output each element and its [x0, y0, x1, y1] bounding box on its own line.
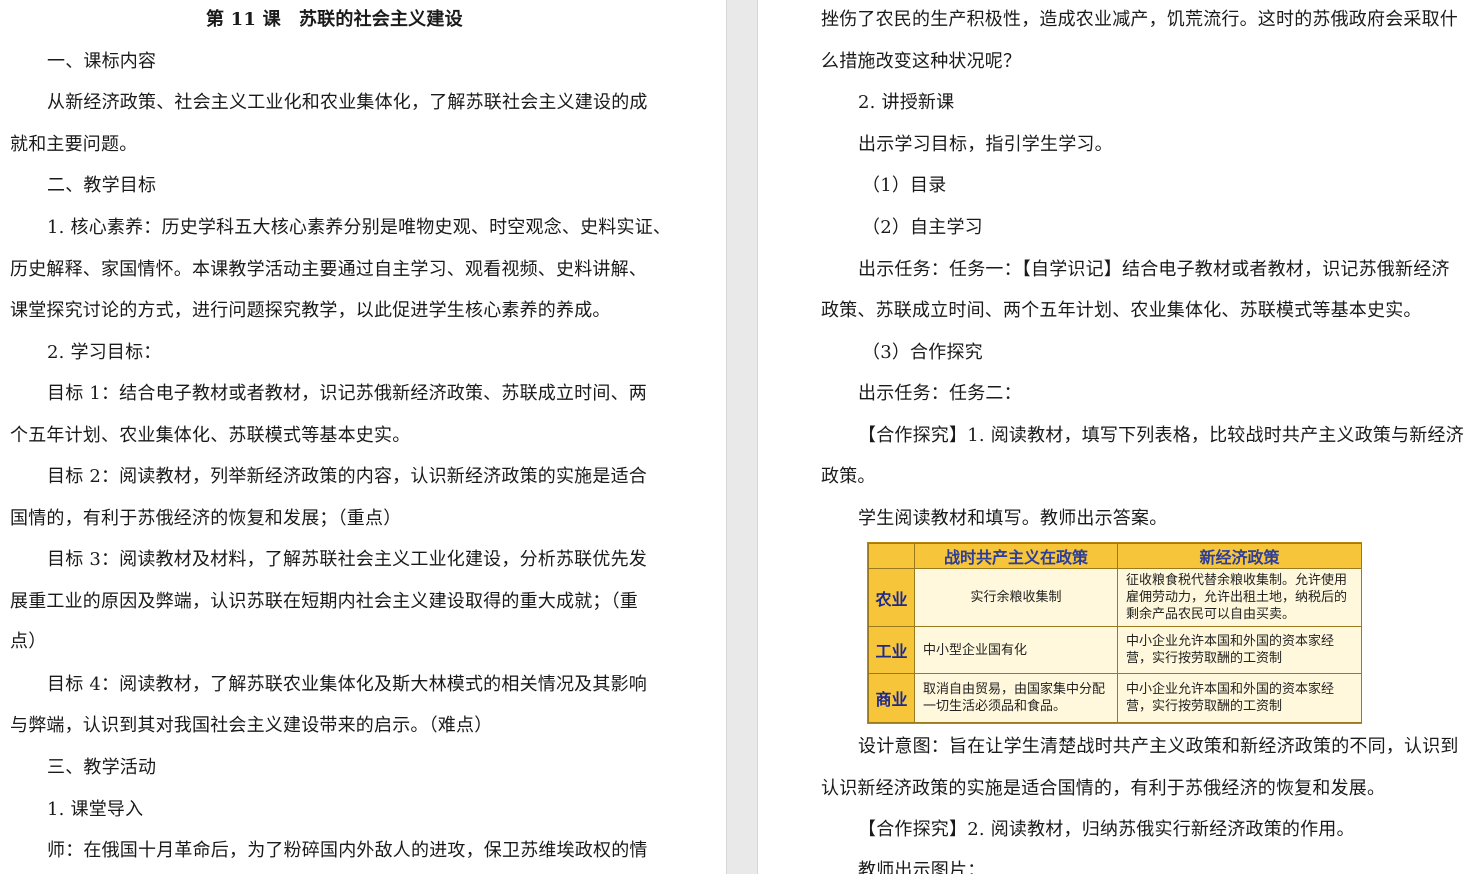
- table-header-war-communism: 战时共产主义在政策: [914, 542, 1118, 570]
- paragraph-line: 展重工业的原因及弊端，认识苏联在短期内社会主义建设取得的重大成就；（重: [10, 591, 638, 612]
- paragraph-line: 政策、苏联成立时间、两个五年计划、农业集体化、苏联模式等基本史实。: [821, 300, 1422, 321]
- paragraph-line: 与弊端，认识到其对我国社会主义建设带来的启示。（难点）: [10, 715, 493, 736]
- paragraph-line: 就和主要问题。: [10, 134, 138, 155]
- paragraph-line: 设计意图：旨在让学生清楚战时共产主义政策和新经济政策的不同，认识到: [858, 736, 1459, 757]
- paragraph-line: 学生阅读教材和填写。教师出示答案。: [858, 508, 1168, 529]
- paragraph-line: 出示任务：任务二：: [858, 383, 1022, 404]
- paragraph-line: 政策。: [821, 466, 876, 487]
- paragraph-line: 出示学习目标，指引学生学习。: [858, 134, 1113, 155]
- table-cell: 征收粮食税代替余粮收集制。允许使用雇佣劳动力，允许出租土地，纳税后的剩余产品农民…: [1117, 568, 1362, 627]
- table-header-row: 战时共产主义在政策 新经济政策: [868, 542, 1362, 570]
- paragraph-line: 点）: [10, 631, 47, 652]
- paragraph-line: 1. 核心素养：历史学科五大核心素养分别是唯物史观、时空观念、史料实证、: [47, 217, 672, 238]
- table-header-new-economic-policy: 新经济政策: [1117, 542, 1362, 570]
- paragraph-line: 课堂探究讨论的方式，进行问题探究教学，以此促进学生核心素养的养成。: [10, 300, 611, 321]
- paragraph-line: 1. 课堂导入: [47, 799, 144, 820]
- table-cell: 中小企业允许本国和外国的资本家经营，实行按劳取酬的工资制: [1117, 625, 1362, 675]
- paragraph-line: 目标 4：阅读教材，了解苏联农业集体化及斯大林模式的相关情况及其影响: [47, 674, 647, 695]
- section-heading: 二、教学目标: [47, 175, 157, 196]
- paragraph-line: 从新经济政策、社会主义工业化和农业集体化，了解苏联社会主义建设的成: [47, 92, 648, 113]
- table-row: 商业 取消自由贸易，由国家集中分配一切生活必须品和食品。 中小企业允许本国和外国…: [868, 673, 1362, 723]
- section-heading: 三、教学活动: [47, 757, 157, 778]
- document-page-left: 第 11 课 苏联的社会主义建设 一、课标内容 从新经济政策、社会主义工业化和农…: [0, 0, 726, 874]
- paragraph-line: 么措施改变这种状况呢？: [821, 51, 1022, 72]
- document-page-right: 挫伤了农民的生产积极性，造成农业减产，饥荒流行。这时的苏俄政府会采取什 么措施改…: [758, 0, 1481, 874]
- paragraph-line: （1）目录: [862, 175, 947, 196]
- policy-comparison-table: 战时共产主义在政策 新经济政策 农业 实行余粮收集制 征收粮食税代替余粮收集制。…: [867, 542, 1362, 724]
- paragraph-line: 【合作探究】1. 阅读教材，填写下列表格，比较战时共产主义政策与新经济: [858, 425, 1464, 446]
- paragraph-line: 教师出示图片：: [858, 860, 986, 874]
- table-corner-cell: [868, 542, 915, 570]
- table-row-label: 工业: [868, 625, 915, 675]
- table-row: 工业 中小型企业国有化 中小企业允许本国和外国的资本家经营，实行按劳取酬的工资制: [868, 625, 1362, 675]
- lesson-title: 第 11 课 苏联的社会主义建设: [206, 9, 463, 30]
- paragraph-line: 个五年计划、农业集体化、苏联模式等基本史实。: [10, 425, 411, 446]
- page-gutter: [726, 0, 758, 874]
- paragraph-line: （2）自主学习: [862, 217, 983, 238]
- table-cell: 实行余粮收集制: [914, 568, 1118, 627]
- paragraph-line: 历史解释、家国情怀。本课教学活动主要通过自主学习、观看视频、史料讲解、: [10, 259, 647, 280]
- paragraph-line: 目标 2：阅读教材，列举新经济政策的内容，认识新经济政策的实施是适合: [47, 466, 647, 487]
- paragraph-line: （3）合作探究: [862, 342, 983, 363]
- paragraph-line: 挫伤了农民的生产积极性，造成农业减产，饥荒流行。这时的苏俄政府会采取什: [821, 9, 1458, 30]
- table-cell: 中小型企业国有化: [914, 625, 1118, 675]
- paragraph-line: 2. 学习目标：: [47, 342, 162, 363]
- paragraph-line: 出示任务：任务一：【自学识记】结合电子教材或者教材，识记苏俄新经济: [858, 259, 1450, 280]
- paragraph-line: 目标 1：结合电子教材或者教材，识记苏俄新经济政策、苏联成立时间、两: [47, 383, 647, 404]
- section-heading: 2. 讲授新课: [858, 92, 955, 113]
- table-row: 农业 实行余粮收集制 征收粮食税代替余粮收集制。允许使用雇佣劳动力，允许出租土地…: [868, 568, 1362, 627]
- table-cell: 取消自由贸易，由国家集中分配一切生活必须品和食品。: [914, 673, 1118, 723]
- paragraph-line: 师：在俄国十月革命后，为了粉碎国内外敌人的进攻，保卫苏维埃政权的情: [47, 840, 648, 861]
- table-row-label: 商业: [868, 673, 915, 723]
- paragraph-line: 认识新经济政策的实施是适合国情的，有利于苏俄经济的恢复和发展。: [821, 778, 1386, 799]
- paragraph-line: 国情的，有利于苏俄经济的恢复和发展；（重点）: [10, 508, 402, 529]
- paragraph-line: 【合作探究】2. 阅读教材，归纳苏俄实行新经济政策的作用。: [858, 819, 1355, 840]
- paragraph-line: 目标 3：阅读教材及材料，了解苏联社会主义工业化建设，分析苏联优先发: [47, 549, 647, 570]
- section-heading: 一、课标内容: [47, 51, 157, 72]
- table-cell: 中小企业允许本国和外国的资本家经营，实行按劳取酬的工资制: [1117, 673, 1362, 723]
- table-row-label: 农业: [868, 568, 915, 627]
